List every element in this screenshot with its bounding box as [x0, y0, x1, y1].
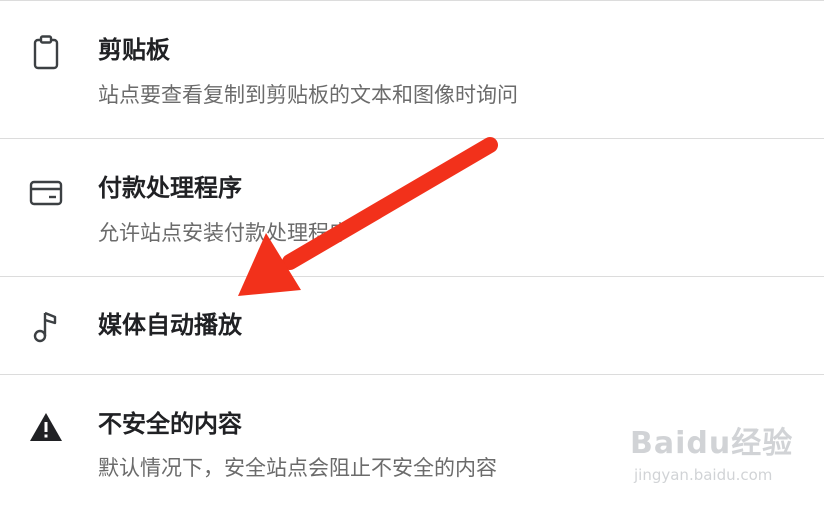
- settings-item-description: 站点要查看复制到剪贴板的文本和图像时询问: [98, 83, 518, 107]
- settings-item-media-autoplay[interactable]: 媒体自动播放: [0, 277, 824, 374]
- settings-item-description: 默认情况下，安全站点会阻止不安全的内容: [98, 456, 497, 480]
- settings-item-title: 付款处理程序: [98, 174, 242, 202]
- clipboard-icon: [24, 31, 68, 75]
- settings-item-title: 不安全的内容: [98, 410, 242, 438]
- baidu-watermark: Baidu经验 jingyan.baidu.com: [630, 418, 792, 494]
- site-settings-page: 剪贴板 站点要查看复制到剪贴板的文本和图像时询问 付款处理程序 允许站点安装付款…: [0, 0, 824, 512]
- settings-item-clipboard[interactable]: 剪贴板 站点要查看复制到剪贴板的文本和图像时询问: [0, 1, 824, 138]
- watermark-url: jingyan.baidu.com: [634, 466, 773, 484]
- warning-icon: [24, 405, 68, 449]
- settings-item-payment-handlers[interactable]: 付款处理程序 允许站点安装付款处理程序: [0, 139, 824, 276]
- settings-item-description: 允许站点安装付款处理程序: [98, 221, 350, 245]
- watermark-logo: Baidu经验: [630, 426, 794, 461]
- music-note-icon: [24, 305, 68, 349]
- settings-item-title: 剪贴板: [98, 36, 170, 64]
- settings-item-title: 媒体自动播放: [98, 311, 242, 339]
- credit-card-icon: [24, 171, 68, 215]
